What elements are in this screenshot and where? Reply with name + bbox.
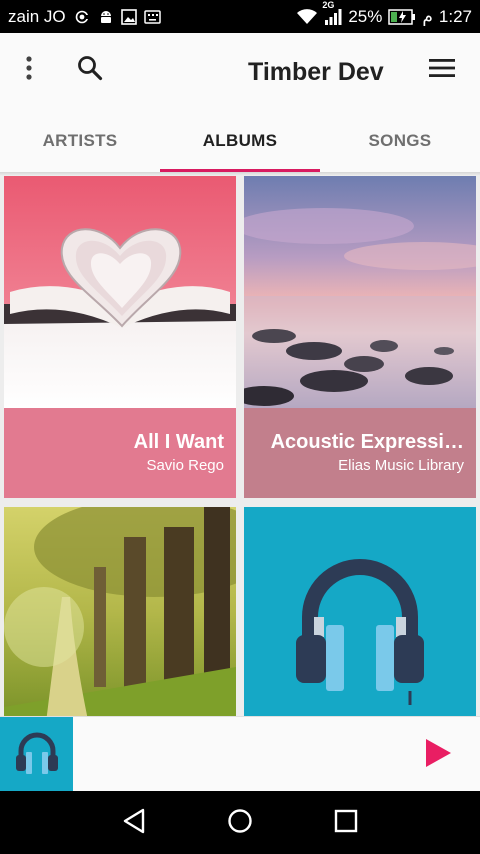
signal-icon: 2G bbox=[322, 0, 342, 25]
tab-songs[interactable]: SONGS bbox=[320, 109, 480, 172]
android-icon bbox=[98, 9, 114, 25]
headphones-icon bbox=[13, 727, 61, 782]
album-title: Acoustic Expressi… bbox=[270, 431, 464, 453]
tab-artists[interactable]: ARTISTS bbox=[0, 109, 160, 172]
album-caption: Acoustic Expressi… Elias Music Library bbox=[244, 408, 476, 498]
headphones-icon bbox=[244, 507, 476, 716]
menu-icon bbox=[429, 58, 455, 83]
more-vert-icon bbox=[26, 55, 32, 85]
tab-bar: ARTISTS ALBUMS SONGS bbox=[0, 109, 480, 172]
album-artist: Savio Rego bbox=[146, 457, 224, 474]
home-button[interactable] bbox=[220, 803, 260, 843]
image-icon bbox=[120, 8, 137, 25]
album-art-forest-path bbox=[4, 507, 236, 716]
album-grid: All I Want Savio Rego Acoustic Expressi…… bbox=[0, 176, 480, 716]
tab-albums[interactable]: ALBUMS bbox=[160, 109, 320, 172]
album-art-sunset-sea bbox=[244, 176, 476, 408]
album-title: All I Want bbox=[133, 431, 224, 453]
search-button[interactable] bbox=[70, 50, 110, 90]
album-artist: Elias Music Library bbox=[338, 457, 464, 474]
battery-charging-icon bbox=[388, 8, 416, 25]
album-art-heart-book bbox=[4, 176, 236, 408]
hotspot-icon bbox=[73, 9, 91, 25]
album-card-all-i-want[interactable]: All I Want Savio Rego bbox=[4, 176, 236, 498]
navigation-bar bbox=[0, 791, 480, 854]
recents-button[interactable] bbox=[326, 803, 366, 843]
album-card-default[interactable] bbox=[244, 507, 476, 716]
wifi-icon bbox=[296, 8, 318, 25]
status-bar: zain JO 2G 25% م 1:27 bbox=[0, 0, 480, 33]
keyboard-icon bbox=[143, 9, 161, 24]
home-icon bbox=[227, 808, 253, 839]
menu-button[interactable] bbox=[422, 50, 462, 90]
album-card-acoustic-expressions[interactable]: Acoustic Expressi… Elias Music Library bbox=[244, 176, 476, 498]
more-options-button[interactable] bbox=[9, 50, 49, 90]
album-card-forest-path[interactable] bbox=[4, 507, 236, 716]
now-playing-bar[interactable] bbox=[0, 716, 480, 792]
search-icon bbox=[77, 55, 103, 86]
screen: zain JO 2G 25% م 1:27 Timber Dev ARTISTS… bbox=[0, 0, 480, 854]
recents-icon bbox=[334, 809, 358, 838]
carrier-label: zain JO bbox=[8, 6, 66, 26]
back-button[interactable] bbox=[114, 803, 154, 843]
battery-percent: 25% bbox=[348, 6, 383, 26]
toolbar bbox=[0, 33, 480, 109]
ampm-label: م bbox=[422, 6, 433, 26]
play-button[interactable] bbox=[418, 735, 458, 775]
page-title: Timber Dev bbox=[248, 58, 384, 86]
play-icon bbox=[424, 738, 452, 773]
clock: 1:27 bbox=[438, 6, 472, 26]
network-type-label: 2G bbox=[322, 0, 335, 10]
back-icon bbox=[122, 808, 146, 839]
album-caption: All I Want Savio Rego bbox=[4, 408, 236, 498]
now-playing-art[interactable] bbox=[0, 717, 73, 792]
